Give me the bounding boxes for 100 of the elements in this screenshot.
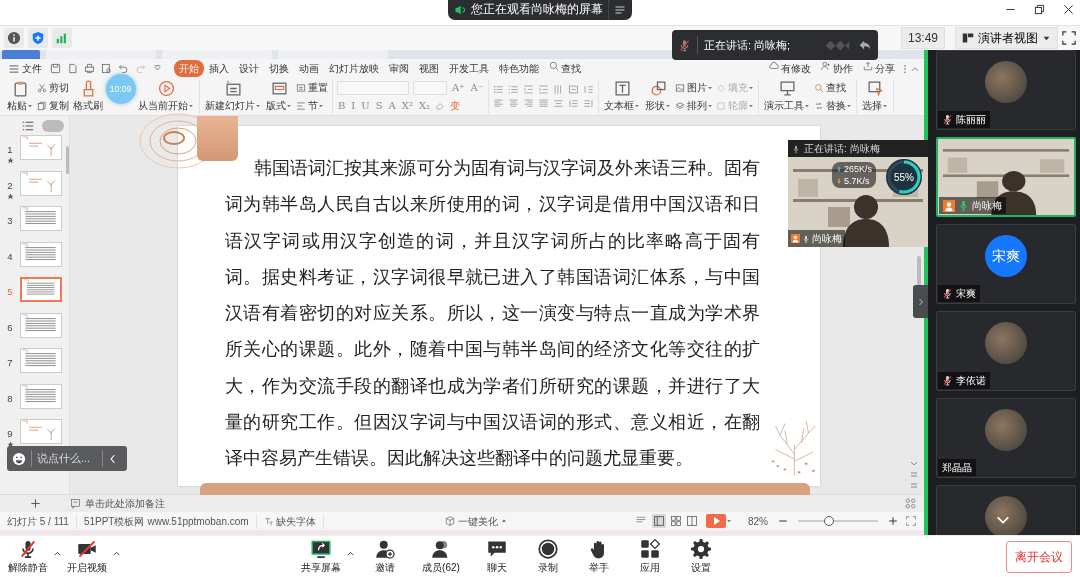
slide-thumbnail[interactable] (20, 170, 62, 196)
zoom-slider-thumb[interactable] (824, 516, 835, 526)
slide-thumbnail[interactable] (20, 312, 62, 338)
search-button[interactable]: 查找 (544, 60, 586, 77)
ribbon-tab[interactable]: 插入 (204, 60, 234, 77)
fit-screen-icon[interactable] (906, 516, 916, 526)
align-center-icon[interactable] (508, 98, 519, 109)
chevron-left-icon[interactable] (108, 453, 118, 464)
columns-icon[interactable] (553, 84, 564, 95)
indent-decrease-icon[interactable] (523, 84, 534, 95)
participant-tile[interactable]: 宋爽 宋爽 (936, 224, 1076, 304)
ribbon-button[interactable]: 图片 (675, 80, 713, 95)
menu-icon[interactable] (614, 4, 626, 16)
scrollbar[interactable] (917, 256, 921, 286)
ribbon-button[interactable]: 新建幻灯片 (204, 80, 262, 113)
zoom-in-icon[interactable] (888, 516, 898, 526)
chevron-down-icon[interactable] (996, 515, 1010, 525)
collapse-panel-button[interactable] (913, 285, 928, 318)
toolbar-button[interactable]: 举手 (576, 538, 622, 575)
toolbar-action[interactable]: 分享 (858, 60, 900, 77)
align-left-icon[interactable] (493, 98, 504, 109)
list-view-icon[interactable] (22, 120, 34, 132)
file-menu[interactable]: 文件 (4, 60, 47, 77)
participant-tile[interactable]: 郑晶晶 (936, 398, 1076, 478)
fullscreen-icon[interactable] (1062, 31, 1076, 45)
toolbar-button[interactable]: 开启视频 (64, 538, 110, 575)
toolbar-button[interactable]: 邀请 (362, 538, 408, 575)
ribbon-button[interactable]: 版式 (265, 80, 293, 113)
eraser-icon[interactable] (435, 100, 446, 111)
format-button[interactable]: S (374, 98, 384, 113)
reply-arrow-icon[interactable] (858, 38, 872, 52)
view-mode-button[interactable]: 演讲者视图 (955, 27, 1058, 49)
toolbar-button[interactable]: 应用 (627, 538, 673, 575)
ribbon-button[interactable]: 节 (296, 98, 328, 113)
zoom-percent[interactable]: 82% (748, 513, 768, 529)
ribbon-button[interactable]: 查找 (814, 80, 852, 95)
toolbar-button[interactable]: 解除静音 (5, 538, 51, 575)
save-icon[interactable] (50, 63, 61, 74)
emoji-icon[interactable] (12, 451, 26, 466)
ribbon-tab[interactable]: 动画 (294, 60, 324, 77)
align-right-icon[interactable] (523, 98, 534, 109)
toolbar-action[interactable]: 有修改 (764, 60, 816, 77)
toolbar-action[interactable]: 协作 (816, 60, 858, 77)
participant-tile[interactable]: 尚咏梅 (936, 137, 1076, 217)
missing-font-button[interactable]: 缺失字体 (256, 513, 324, 529)
info-icon[interactable] (7, 31, 21, 45)
ribbon-button[interactable]: 排列 (675, 98, 713, 113)
numbered-list-icon[interactable] (508, 84, 519, 95)
ribbon-button[interactable]: 替换 (814, 98, 852, 113)
ribbon-button[interactable]: 演示工具 (763, 80, 811, 113)
toolbar-button[interactable]: 聊天 (474, 538, 520, 575)
spacing-after-icon[interactable] (583, 98, 594, 109)
indent-increase-icon[interactable] (538, 84, 549, 95)
grid-icon[interactable] (905, 498, 916, 509)
ribbon-button[interactable]: 格式刷 (72, 80, 104, 113)
slide-thumbnail[interactable] (20, 383, 62, 409)
ribbon-button[interactable]: 剪切 (37, 80, 69, 95)
thumbnail-view-button[interactable] (42, 120, 64, 132)
ribbon-button[interactable]: 复制 (37, 98, 69, 113)
ribbon-tab[interactable]: 开发工具 (444, 60, 494, 77)
slide-thumbnail[interactable] (20, 348, 62, 373)
toolbar-button[interactable]: 成员(62) (413, 538, 469, 575)
slide-thumbnail[interactable] (20, 277, 62, 302)
slide-thumbnail[interactable] (20, 206, 62, 231)
leave-meeting-button[interactable]: 离开会议 (1006, 540, 1072, 573)
ribbon-tab[interactable]: 幻灯片放映 (324, 60, 384, 77)
redo-icon[interactable] (135, 63, 146, 74)
beautify-button[interactable]: 一键美化 (438, 513, 514, 529)
scrollbar[interactable] (66, 146, 69, 174)
ribbon-button[interactable]: 形状 (644, 80, 672, 113)
normal-view-icon[interactable] (652, 514, 666, 528)
toolbar-button[interactable]: 录制 (525, 538, 571, 575)
chat-input-field[interactable]: 说点什么... (7, 446, 127, 471)
ribbon-button[interactable]: 选择 (861, 80, 889, 113)
distribute-icon[interactable] (553, 98, 564, 109)
toolbar-button[interactable]: 共享屏幕 (298, 538, 344, 575)
toolbar-button[interactable]: 设置 (678, 538, 724, 575)
participant-tile[interactable]: 李依诺 (936, 311, 1076, 391)
line-spacing-icon[interactable] (583, 84, 594, 95)
close-icon[interactable] (1063, 4, 1074, 15)
ribbon-button[interactable]: 从当前开始 (137, 80, 195, 113)
restore-icon[interactable] (1034, 4, 1045, 15)
grid-view-icon[interactable] (670, 515, 682, 527)
notes-placeholder[interactable]: 单击此处添加备注 (85, 496, 165, 511)
undo-icon[interactable] (118, 63, 129, 74)
ribbon-tab[interactable]: 切换 (264, 60, 294, 77)
ribbon-tab[interactable]: 审阅 (384, 60, 414, 77)
justify-icon[interactable] (538, 98, 549, 109)
signal-icon[interactable] (55, 31, 69, 45)
plus-icon[interactable] (29, 498, 41, 509)
participant-tile[interactable]: 陈丽丽 (936, 50, 1076, 130)
slide-thumbnail[interactable] (20, 135, 62, 160)
ribbon-button[interactable]: 粘贴 (6, 80, 34, 113)
ribbon-button[interactable]: 文本框 (603, 80, 641, 113)
website-link[interactable]: www.51pptmoban.com (147, 513, 249, 529)
ribbon-button[interactable]: 重置 (296, 80, 328, 95)
preview-icon[interactable] (101, 63, 112, 74)
ribbon-tab[interactable]: 设计 (234, 60, 264, 77)
format-button[interactable]: I (350, 98, 357, 113)
text-direction-icon[interactable] (568, 84, 579, 95)
